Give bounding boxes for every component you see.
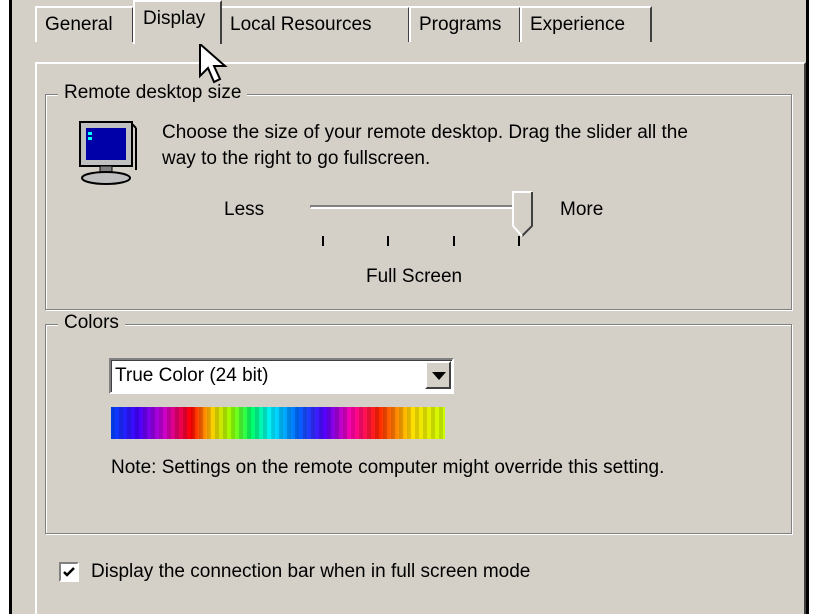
remote-desktop-dialog: General Display Local Resources Programs… bbox=[12, 0, 806, 614]
window-right-edge bbox=[806, 0, 819, 614]
tab-label: Display bbox=[143, 8, 206, 29]
size-description-line2: way to the right to go fullscreen. bbox=[162, 148, 431, 169]
tab-label: General bbox=[45, 14, 113, 35]
dropdown-button[interactable] bbox=[425, 361, 451, 389]
tab-local-resources[interactable]: Local Resources bbox=[220, 6, 410, 42]
check-icon bbox=[63, 567, 75, 577]
slider-tick bbox=[453, 236, 455, 246]
slider-value-label: Full Screen bbox=[366, 266, 463, 287]
connection-bar-label: Display the connection bar when in full … bbox=[91, 561, 531, 582]
tab-label: Local Resources bbox=[230, 14, 372, 35]
color-preview-strip bbox=[111, 407, 445, 439]
slider-tick bbox=[322, 236, 324, 246]
tab-display[interactable]: Display bbox=[133, 0, 222, 44]
tab-experience[interactable]: Experience bbox=[520, 6, 652, 42]
mouse-cursor-icon bbox=[199, 42, 228, 84]
slider-track[interactable] bbox=[310, 205, 526, 209]
color-depth-select[interactable]: True Color (24 bit) bbox=[109, 358, 454, 394]
group-title: Colors bbox=[58, 312, 125, 334]
tab-label: Programs bbox=[419, 14, 502, 35]
tab-general[interactable]: General bbox=[35, 6, 134, 42]
window-left-edge bbox=[0, 0, 12, 614]
slider-less-label: Less bbox=[224, 199, 265, 220]
tab-label: Experience bbox=[530, 14, 626, 35]
slider-more-label: More bbox=[560, 199, 604, 220]
size-description-line1: Choose the size of your remote desktop. … bbox=[162, 122, 688, 143]
tab-programs[interactable]: Programs bbox=[409, 6, 521, 42]
colors-note: Note: Settings on the remote computer mi… bbox=[111, 457, 665, 478]
monitor-icon bbox=[79, 121, 137, 185]
slider-thumb[interactable] bbox=[512, 191, 534, 237]
color-depth-value: True Color (24 bit) bbox=[115, 365, 269, 386]
chevron-down-icon bbox=[432, 372, 446, 380]
slider-tick bbox=[518, 236, 520, 246]
slider-tick bbox=[387, 236, 389, 246]
connection-bar-checkbox[interactable] bbox=[59, 562, 79, 582]
